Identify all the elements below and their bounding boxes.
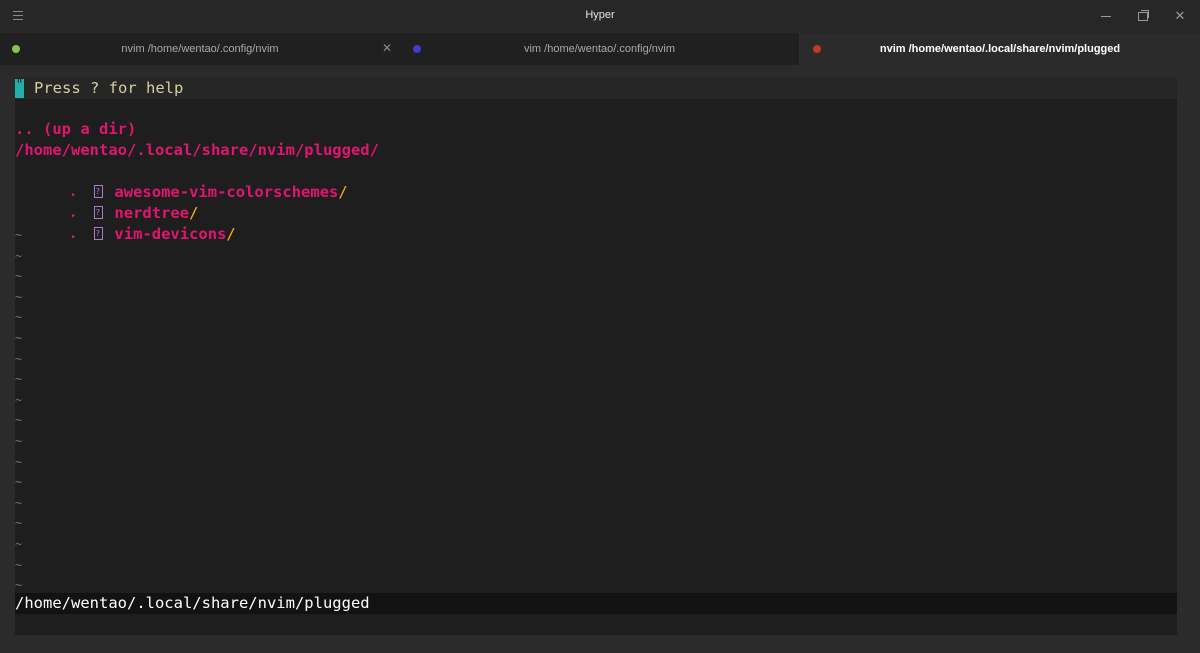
tab-label: vim /home/wentao/.config/nvim bbox=[523, 43, 675, 55]
tilde-marker: ~ bbox=[15, 434, 23, 448]
current-path: /home/wentao/.local/share/nvim/plugged/ bbox=[15, 141, 379, 159]
window-title: Hyper bbox=[585, 9, 615, 21]
tilde-marker: ~ bbox=[15, 557, 23, 572]
status-line: /home/wentao/.local/share/nvim/plugged bbox=[15, 593, 1177, 614]
tilde-marker: ~ bbox=[15, 454, 23, 469]
entry-name: vim-devicons bbox=[114, 224, 227, 243]
tilde-marker: ~ bbox=[15, 310, 23, 325]
tilde-marker: ~ bbox=[15, 248, 23, 263]
hyper-window: Hyper ✕ nvim /home/wentao/.config/nvim ✕… bbox=[0, 0, 1200, 653]
tab-label: nvim /home/wentao/.config/nvim bbox=[121, 43, 279, 55]
tilde-marker: ~ bbox=[15, 289, 23, 304]
tilde-marker: ~ bbox=[15, 475, 23, 490]
tab-status-dot bbox=[813, 45, 821, 53]
nerdtree-help-line: " Press ? for help bbox=[15, 77, 1177, 99]
cursor: " bbox=[15, 79, 24, 98]
tab-nvim-plugged[interactable]: nvim /home/wentao/.local/share/nvim/plug… bbox=[800, 33, 1200, 65]
tab-vim-config[interactable]: vim /home/wentao/.config/nvim bbox=[400, 33, 800, 65]
title-bar: Hyper ✕ bbox=[0, 0, 1200, 33]
entry-slash: / bbox=[226, 224, 236, 243]
tilde-marker: ~ bbox=[15, 372, 23, 387]
tilde-marker: ~ bbox=[15, 516, 23, 531]
tilde-marker: ~ bbox=[15, 351, 23, 366]
collapsed-arrow-icon: ▸ bbox=[71, 231, 77, 242]
tilde-marker: ~ bbox=[15, 269, 23, 284]
tilde-marker: ~ bbox=[15, 537, 23, 551]
tree-entry[interactable]: ▸ vim-devicons/ bbox=[15, 203, 236, 268]
tab-nvim-config[interactable]: nvim /home/wentao/.config/nvim ✕ bbox=[0, 33, 400, 65]
minimize-icon[interactable] bbox=[1098, 8, 1114, 24]
help-text: Press ? for help bbox=[34, 79, 184, 97]
tab-close-icon[interactable]: ✕ bbox=[382, 41, 392, 55]
tilde-marker: ~ bbox=[15, 228, 23, 242]
tab-bar: nvim /home/wentao/.config/nvim ✕ vim /ho… bbox=[0, 33, 1200, 65]
tilde-marker: ~ bbox=[15, 331, 23, 345]
tilde-marker: ~ bbox=[15, 392, 23, 407]
close-icon[interactable]: ✕ bbox=[1172, 8, 1188, 24]
tab-status-dot bbox=[413, 45, 421, 53]
terminal-area[interactable]: " Press ? for help .. (up a dir) /home/w… bbox=[15, 77, 1177, 635]
up-dir-entry[interactable]: .. (up a dir) bbox=[15, 119, 136, 140]
tab-label: nvim /home/wentao/.local/share/nvim/plug… bbox=[879, 43, 1121, 55]
tilde-marker: ~ bbox=[15, 495, 23, 510]
tilde-marker: ~ bbox=[15, 413, 23, 428]
tab-status-dot bbox=[12, 45, 20, 53]
maximize-icon[interactable] bbox=[1135, 8, 1151, 24]
folder-icon bbox=[94, 224, 104, 244]
entry-slash: / bbox=[338, 182, 348, 201]
